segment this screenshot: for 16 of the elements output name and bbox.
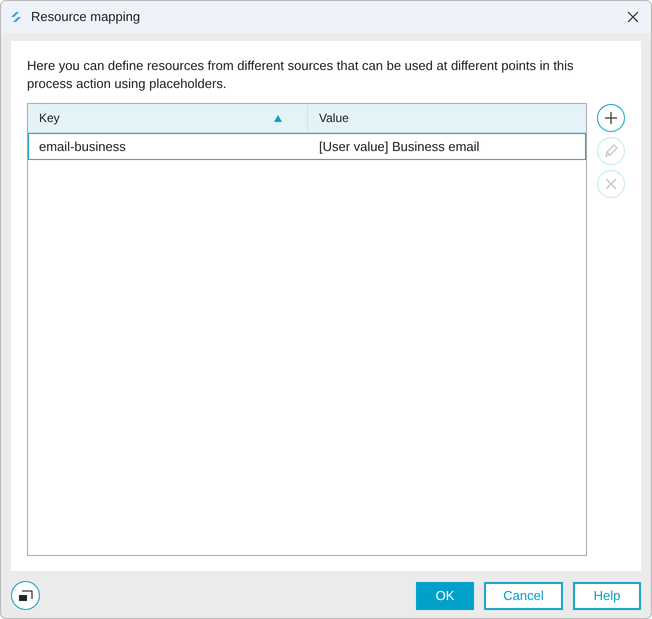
close-icon [627, 11, 639, 23]
window-mode-button[interactable] [11, 581, 40, 610]
table-cell-text: [User value] Business email [318, 138, 480, 156]
app-logo-icon [9, 11, 23, 23]
table-row[interactable]: email-business [User value] Business email [28, 133, 586, 160]
sort-ascending-icon [274, 114, 282, 122]
column-header[interactable]: Key [28, 104, 308, 132]
window-title: Resource mapping [31, 8, 140, 26]
add-button[interactable] [597, 104, 625, 132]
description-text: Here you can define resources from different sources that can be used at different points in this process action using placeholders. [27, 57, 575, 93]
table-cell-text: email-business [38, 138, 127, 156]
column-header[interactable]: Value [308, 104, 586, 132]
close-icon [604, 177, 618, 191]
window-icon [18, 590, 32, 601]
plus-icon [604, 111, 618, 125]
pencil-icon [603, 143, 619, 159]
